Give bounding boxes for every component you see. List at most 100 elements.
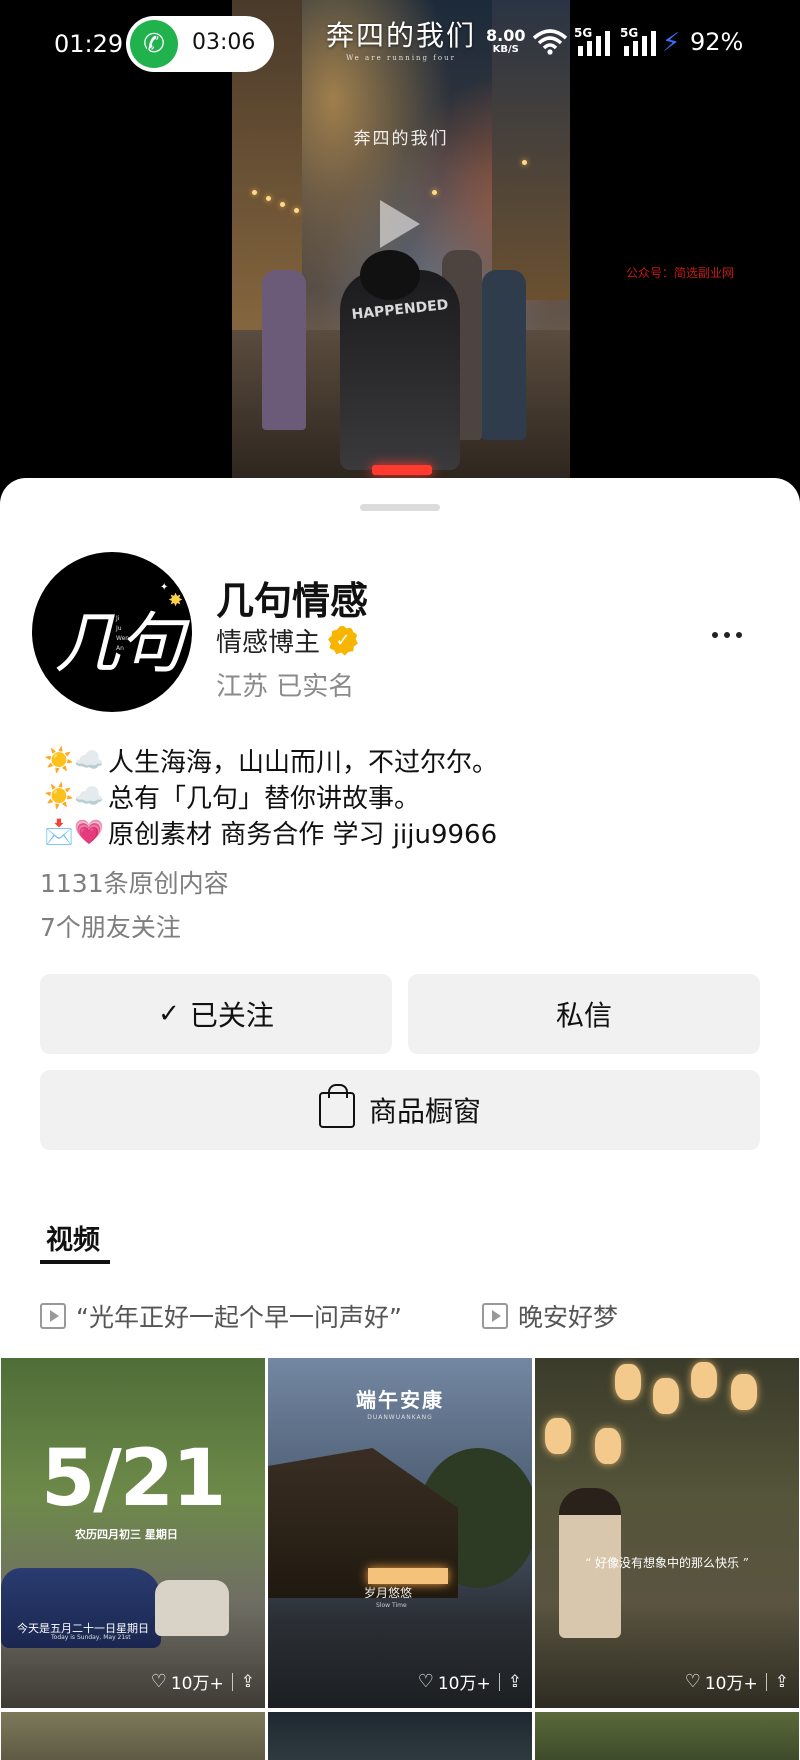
more-dot bbox=[736, 632, 742, 638]
thumbnail-title: 端午安康 bbox=[356, 1388, 444, 1412]
pinned-icon: ⇪ bbox=[774, 1671, 789, 1692]
battery-level: 92% bbox=[690, 28, 744, 56]
bio-line: ☀️☁️ 总有「几句」替你讲故事。 bbox=[40, 778, 740, 814]
pedestrian bbox=[262, 270, 306, 430]
playlist-label: 晚安好梦 bbox=[518, 1303, 619, 1332]
lit-window bbox=[368, 1568, 448, 1584]
like-count: 10万+ bbox=[170, 1674, 224, 1694]
thumbnail-subtitle: DUANWUANKANG bbox=[367, 1414, 433, 1421]
playlist-icon bbox=[40, 1303, 66, 1329]
signal-icon: 5G bbox=[620, 26, 666, 58]
lantern-image bbox=[595, 1428, 621, 1464]
friends-following-count[interactable]: 7个朋友关注 bbox=[40, 908, 181, 944]
playlist-label: “光年正好一起个早一问声好” bbox=[76, 1303, 402, 1332]
lantern-image bbox=[615, 1364, 641, 1400]
bio-line: 📩💗 原创素材 商务合作 学习 jiju9966 bbox=[40, 814, 740, 850]
network-speed-value: 8.00 bbox=[486, 26, 526, 45]
check-icon: ✓ bbox=[158, 999, 180, 1029]
message-button[interactable]: 私信 bbox=[408, 974, 760, 1054]
video-thumbnail[interactable]: 端午安康 DUANWUANKANG 岁月悠悠 Slow Time ♡ 10万+ … bbox=[268, 1358, 532, 1708]
ongoing-call-pill[interactable]: ✆ 03:06 bbox=[126, 16, 274, 72]
more-dot bbox=[712, 632, 718, 638]
signal-bar bbox=[624, 46, 629, 56]
signal-icon: 5G bbox=[574, 26, 620, 58]
heart-icon: ♡ bbox=[417, 1671, 434, 1692]
signal-bar bbox=[651, 31, 656, 56]
divider bbox=[231, 1672, 233, 1691]
video-thumbnail[interactable] bbox=[1, 1712, 265, 1760]
video-subtitle: 奔四的我们 bbox=[353, 129, 449, 149]
playlist-item[interactable]: “光年正好一起个早一问声好” bbox=[40, 1296, 402, 1336]
lantern-image bbox=[545, 1418, 571, 1454]
call-duration: 03:06 bbox=[192, 30, 256, 55]
verified-badge-icon: ✓ bbox=[328, 625, 359, 656]
pinned-icon: ⇪ bbox=[507, 1671, 522, 1692]
video-thumbnail[interactable] bbox=[535, 1712, 799, 1760]
video-thumbnail[interactable]: “ 好像没有想象中的那么快乐 ” ♡ 10万+ ⇪ bbox=[535, 1358, 799, 1708]
pinned-icon: ⇪ bbox=[240, 1671, 255, 1692]
profile-location: 江苏 已实名 bbox=[216, 672, 355, 702]
video-thumbnail[interactable]: 5/21 农历四月初三 星期日 今天是五月二十一日星期日 Today is Su… bbox=[1, 1358, 265, 1708]
profile-role: 情感博主 ✓ bbox=[216, 622, 359, 659]
shop-window-button[interactable]: 商品橱窗 bbox=[40, 1070, 760, 1150]
lantern-image bbox=[653, 1378, 679, 1414]
profile-role-text: 情感博主 bbox=[216, 628, 321, 658]
weather-emoji-icon: ☀️☁️ bbox=[44, 782, 104, 810]
avatar[interactable]: 几句 Ji Ju Wen An ✦ ✸ bbox=[32, 552, 192, 712]
signal-bar bbox=[633, 41, 638, 56]
tab-active-indicator bbox=[40, 1260, 110, 1264]
thumbnail-date-text: 5/21 bbox=[41, 1434, 226, 1524]
tab-videos[interactable]: 视频 bbox=[46, 1218, 100, 1257]
thumbnail-footer-en: Today is Sunday, May 21st bbox=[51, 1634, 131, 1641]
thumbnail-caption: 农历四月初三 星期日 bbox=[75, 1528, 178, 1541]
thumbnail-quote: “ 好像没有想象中的那么快乐 ” bbox=[585, 1556, 749, 1570]
like-count: 10万+ bbox=[704, 1674, 758, 1694]
watermark-text: 公众号：简选副业网 bbox=[626, 266, 735, 280]
wifi-icon bbox=[532, 29, 568, 55]
signal-bar bbox=[587, 41, 592, 56]
signal-type: 5G bbox=[620, 26, 639, 40]
thumbnail-caption: 岁月悠悠 bbox=[364, 1586, 413, 1600]
bio-text: 人生海海，山山而川，不过尔尔。 bbox=[108, 747, 499, 778]
mail-heart-emoji-icon: 📩💗 bbox=[44, 818, 104, 846]
status-bar: 01:29 ✆ 03:06 8.00 KB/S 5G 5G ⚡ 92% bbox=[0, 0, 800, 90]
profile-name: 几句情感 bbox=[216, 579, 369, 623]
message-label: 私信 bbox=[555, 999, 612, 1032]
play-icon[interactable] bbox=[380, 200, 420, 248]
signal-bar bbox=[578, 46, 583, 56]
more-dot bbox=[724, 632, 730, 638]
charging-icon: ⚡ bbox=[662, 28, 681, 58]
playlist-icon bbox=[482, 1303, 508, 1329]
tail-light bbox=[372, 465, 432, 475]
clock: 01:29 bbox=[54, 30, 124, 58]
rider-helmet bbox=[360, 250, 420, 300]
following-label: 已关注 bbox=[189, 999, 274, 1032]
street-light bbox=[294, 208, 299, 213]
tile-stats: ♡ 10万+ ⇪ bbox=[685, 1669, 789, 1694]
heart-icon: ♡ bbox=[684, 1671, 701, 1692]
street-light bbox=[432, 190, 437, 195]
shopping-bag-icon bbox=[318, 1084, 355, 1128]
drag-handle[interactable] bbox=[360, 504, 440, 511]
original-content-count[interactable]: 1131条原创内容 bbox=[40, 864, 229, 900]
pedestrian bbox=[482, 270, 526, 440]
street-light bbox=[522, 160, 527, 165]
phone-icon: ✆ bbox=[130, 20, 178, 68]
following-button[interactable]: ✓ 已关注 bbox=[40, 974, 392, 1054]
heart-icon: ♡ bbox=[150, 1671, 167, 1692]
playlist-item[interactable]: 晚安好梦 bbox=[482, 1296, 618, 1336]
tile-stats: ♡ 10万+ ⇪ bbox=[151, 1669, 255, 1694]
street-light bbox=[252, 190, 257, 195]
divider bbox=[765, 1672, 767, 1691]
street-light bbox=[280, 202, 285, 207]
signal-bar bbox=[642, 36, 647, 56]
network-speed-unit: KB/S bbox=[492, 44, 519, 55]
avatar-logo-subtext: Ji Ju Wen An bbox=[116, 615, 130, 652]
like-count: 10万+ bbox=[437, 1674, 491, 1694]
thumbnail-caption-en: Slow Time bbox=[376, 1602, 407, 1609]
weather-emoji-icon: ☀️☁️ bbox=[44, 746, 104, 774]
bio-text: 总有「几句」替你讲故事。 bbox=[108, 783, 421, 814]
bio-line: ☀️☁️ 人生海海，山山而川，不过尔尔。 bbox=[40, 742, 740, 778]
video-thumbnail[interactable] bbox=[268, 1712, 532, 1760]
more-options-button[interactable] bbox=[700, 618, 754, 652]
